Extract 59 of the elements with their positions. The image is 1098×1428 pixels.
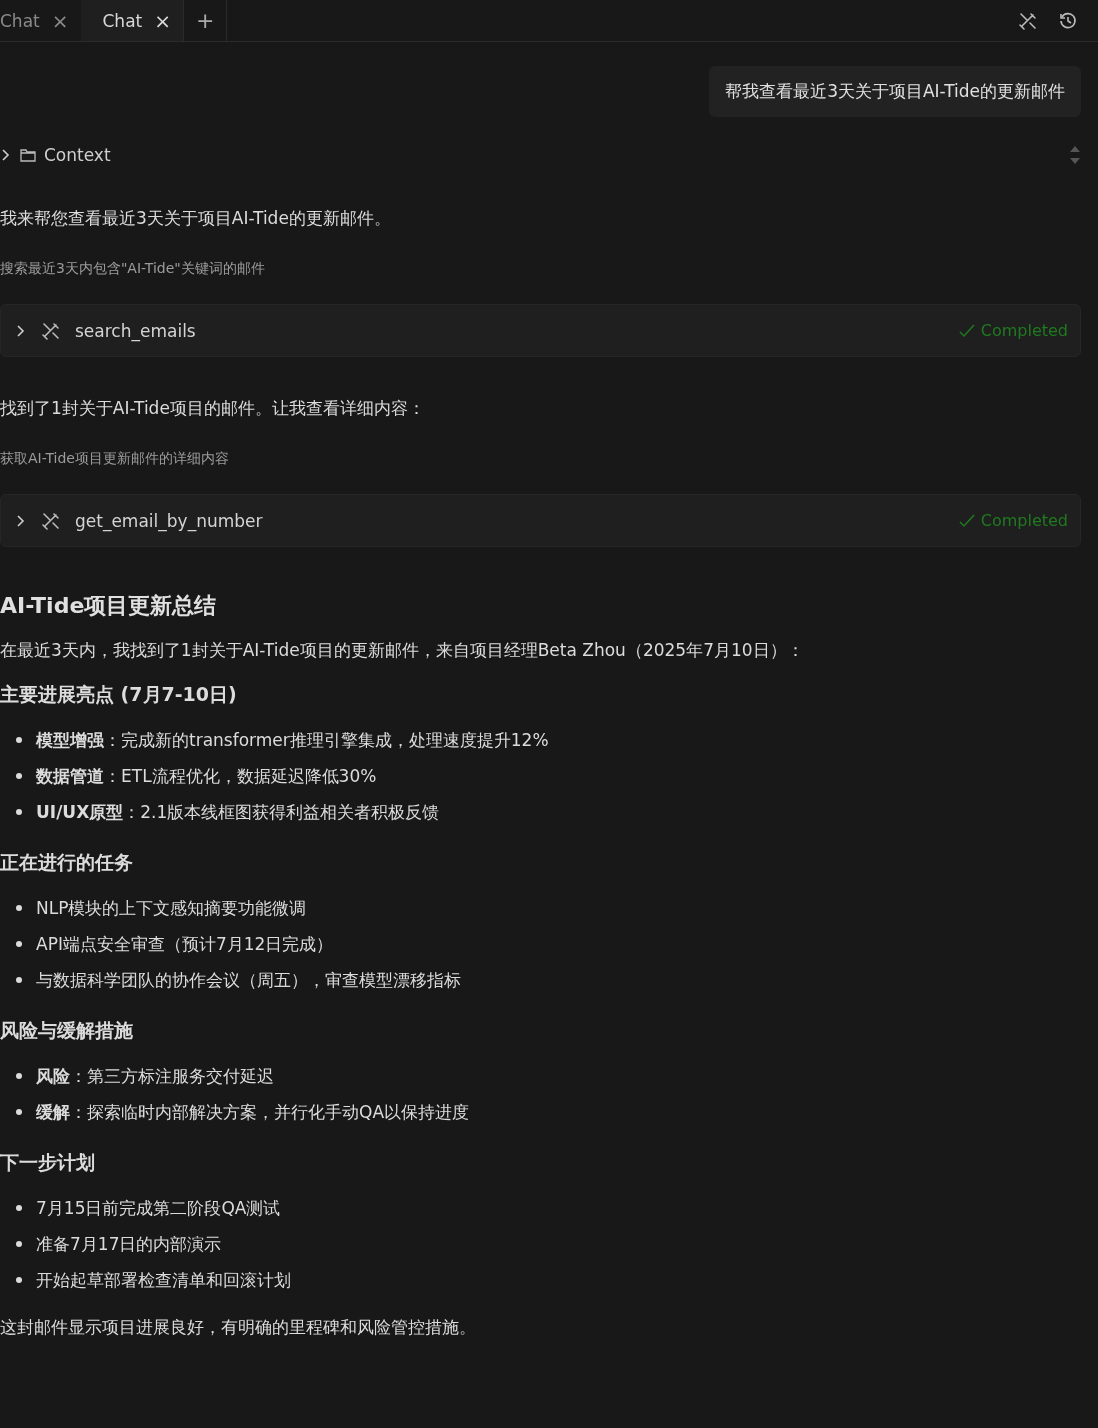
chevron-icon[interactable] bbox=[0, 147, 12, 163]
paragraph: 这封邮件显示项目进展良好，有明确的里程碑和风险管控措施。 bbox=[0, 1316, 477, 1339]
list-item: 准备7月17日的内部演示 bbox=[36, 1232, 222, 1256]
subsection-heading: 主要进展亮点 (7月7-10日) bbox=[0, 682, 238, 707]
tool-name: get_email_by_number bbox=[75, 510, 263, 531]
subsection-heading: 风险与缓解措施 bbox=[0, 1018, 134, 1043]
close-button[interactable]: × bbox=[51, 8, 69, 33]
list-item: 风险：第三方标注服务交付延迟 bbox=[36, 1064, 274, 1088]
bullet-icon bbox=[16, 773, 22, 779]
list-item: UI/UX原型：2.1版本线框图获得利益相关者积极反馈 bbox=[36, 800, 440, 824]
subsection-heading: 下一步计划 bbox=[0, 1150, 96, 1175]
check-icon bbox=[958, 323, 975, 338]
bullet-icon bbox=[16, 1205, 22, 1211]
user-message: 帮我查看最近3天关于项目AI-Tide的更新邮件 bbox=[709, 66, 1081, 117]
bullet-icon bbox=[16, 809, 22, 815]
bullet-icon bbox=[16, 1109, 22, 1115]
list-item: 缓解：探索临时内部解决方案，并行化手动QA以保持进度 bbox=[36, 1100, 469, 1124]
folder-icon bbox=[20, 148, 36, 162]
tools-icon bbox=[41, 510, 61, 531]
status-label: Completed bbox=[980, 321, 1068, 340]
context-label[interactable]: Context bbox=[44, 145, 111, 165]
bullet-icon bbox=[16, 1277, 22, 1283]
chevron-icon[interactable] bbox=[15, 322, 27, 339]
status-note: 搜索最近3天内包含"AI-Tide"关键词的邮件 bbox=[0, 260, 266, 278]
check-icon bbox=[958, 513, 975, 528]
new-tab-button[interactable]: + bbox=[184, 0, 228, 41]
tool-call-card[interactable]: search_emails Completed bbox=[0, 304, 1081, 357]
list-item: 模型增强：完成新的transformer推理引擎集成，处理速度提升12% bbox=[36, 728, 549, 752]
close-button[interactable]: × bbox=[154, 8, 171, 33]
list-item: API端点安全审查（预计7月12日完成） bbox=[36, 932, 334, 956]
bullet-icon bbox=[16, 1073, 22, 1079]
history-icon[interactable] bbox=[1058, 10, 1078, 31]
list-item: 与数据科学团队的协作会议（周五），审查模型漂移指标 bbox=[36, 968, 461, 992]
status-label: Completed bbox=[980, 511, 1068, 530]
section-heading: AI-Tide项目更新总结 bbox=[0, 592, 218, 620]
bullet-icon bbox=[16, 1241, 22, 1247]
bullet-icon bbox=[16, 905, 22, 911]
chat-tab[interactable]: Chat × bbox=[80, 0, 184, 41]
tool-call-card[interactable]: get_email_by_number Completed bbox=[0, 494, 1081, 547]
tab-label: Chat bbox=[102, 10, 143, 31]
message-text: 我来帮您查看最近3天关于项目AI-Tide的更新邮件。 bbox=[0, 207, 392, 230]
bullet-icon bbox=[16, 941, 22, 947]
tab-label: Chat bbox=[0, 10, 40, 31]
tool-name: search_emails bbox=[75, 320, 196, 341]
chat-tab[interactable]: Chat × bbox=[0, 0, 81, 41]
subsection-heading: 正在进行的任务 bbox=[0, 850, 134, 875]
list-item: NLP模块的上下文感知摘要功能微调 bbox=[36, 896, 307, 920]
bullet-icon bbox=[16, 737, 22, 743]
list-item: 7月15日前完成第二阶段QA测试 bbox=[36, 1196, 281, 1220]
paragraph: 在最近3天内，我找到了1封关于AI-Tide项目的更新邮件，来自项目经理Beta Zhou（2025年7月10日）： bbox=[0, 639, 805, 662]
list-item: 开始起草部署检查清单和回滚计划 bbox=[36, 1268, 291, 1292]
message-text: 找到了1封关于AI-Tide项目的邮件。让我查看详细内容： bbox=[0, 397, 426, 420]
tools-icon bbox=[41, 320, 61, 341]
scroll-arrows-icon[interactable] bbox=[1069, 144, 1081, 166]
chevron-icon[interactable] bbox=[15, 512, 27, 529]
tools-icon[interactable] bbox=[1018, 10, 1038, 31]
status-note: 获取AI-Tide项目更新邮件的详细内容 bbox=[0, 450, 230, 468]
bullet-icon bbox=[16, 977, 22, 983]
list-item: 数据管道：ETL流程优化，数据延迟降低30% bbox=[36, 764, 377, 788]
